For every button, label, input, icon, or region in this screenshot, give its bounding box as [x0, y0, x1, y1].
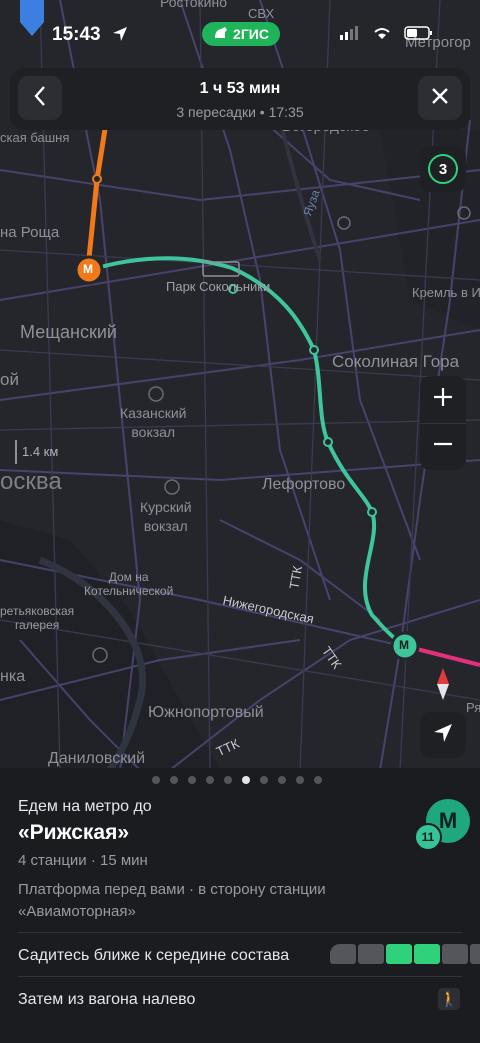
station-poi-icon	[148, 386, 164, 402]
instruction-sheet[interactable]: Едем на метро до «Рижская» 4 станции · 1…	[0, 768, 480, 1043]
status-time: 15:43	[52, 24, 101, 45]
scale-label: 1.4 км	[22, 444, 59, 459]
page-dot[interactable]	[170, 776, 178, 784]
map-label: Дом на Котельнической	[84, 570, 174, 598]
train-car	[442, 944, 468, 964]
platform-hint: Платформа перед вами · в сторону станции…	[18, 881, 326, 920]
train-car	[470, 944, 480, 964]
map-label: нка	[0, 668, 26, 685]
page-dot[interactable]	[206, 776, 214, 784]
map-label: Кремль в И	[412, 285, 480, 300]
map-label: Даниловский	[48, 750, 146, 767]
page-dot[interactable]	[278, 776, 286, 784]
route-stop-dot	[309, 345, 319, 355]
wifi-icon	[372, 26, 392, 45]
park-poi-icon	[337, 216, 351, 230]
route-duration: 1 ч 53 мин	[199, 80, 281, 97]
navigation-arrow-icon	[432, 722, 454, 749]
my-location-button[interactable]	[420, 712, 466, 758]
page-dot[interactable]	[224, 776, 232, 784]
map-label: Казанский вокзал	[120, 405, 187, 440]
zoom-out-button[interactable]	[420, 424, 466, 471]
start-metro-letter: М	[83, 262, 93, 276]
page-dot[interactable]	[314, 776, 322, 784]
page-dot[interactable]	[188, 776, 196, 784]
map-label: Парк Сокольники	[166, 279, 271, 294]
minus-icon	[432, 433, 454, 460]
route-stop-dot	[367, 507, 377, 517]
compass-north-icon	[437, 668, 449, 684]
map-label: СВХ	[248, 6, 275, 21]
stops-and-time: 4 станции · 15 мин	[18, 852, 148, 869]
page-dot[interactable]	[260, 776, 268, 784]
divider	[18, 932, 462, 933]
destination-station: «Рижская»	[18, 821, 130, 844]
car-advice: Садитесь ближе к середине состава	[18, 947, 290, 964]
map-label: ская башня	[0, 130, 70, 145]
train-car-recommended	[386, 944, 412, 964]
transfers-count-button[interactable]: 3	[420, 146, 466, 192]
map-label: Соколиная Гора	[332, 352, 460, 371]
cellular-signal-icon	[340, 26, 360, 45]
brand-name: 2ГИС	[233, 26, 269, 42]
map-label: Ростокино	[160, 0, 228, 10]
page-dot[interactable]	[296, 776, 304, 784]
close-button[interactable]	[418, 76, 462, 120]
brand-badge: 2ГИС	[202, 22, 280, 46]
route-summary-card: 1 ч 53 мин 3 пересадки • 17:35	[10, 68, 470, 130]
map-label: Южнопортовый	[148, 704, 264, 721]
map-label: Курский вокзал	[140, 499, 192, 534]
train-car	[330, 944, 356, 964]
map-label: на Роща	[0, 224, 60, 241]
page-indicator[interactable]	[152, 776, 322, 784]
train-cars-icon	[330, 944, 480, 964]
transfers-count-badge: 3	[428, 154, 458, 184]
route-details: 3 пересадки • 17:35	[176, 104, 304, 120]
train-car	[358, 944, 384, 964]
station-poi-icon	[164, 479, 180, 495]
location-arrow-icon	[112, 26, 128, 47]
route-stop-dot	[323, 437, 333, 447]
page-dot-active[interactable]	[242, 776, 250, 784]
step-heading: Едем на метро до	[18, 798, 152, 815]
status-icons	[340, 26, 434, 45]
divider	[18, 976, 462, 977]
orange-station-dot	[92, 174, 102, 184]
metro-line-badge: 11	[414, 823, 442, 851]
close-icon	[431, 87, 449, 110]
battery-icon	[404, 26, 434, 45]
map-label: Мещанский	[20, 322, 117, 342]
dog-logo-icon	[213, 26, 229, 43]
walking-person-icon: 🚶	[438, 988, 460, 1010]
zoom-controls	[420, 376, 466, 470]
plus-icon	[432, 386, 454, 413]
map-label: ой	[0, 370, 19, 389]
status-bar: 15:43 2ГИС	[0, 20, 480, 52]
map-label: осква	[0, 468, 62, 495]
map-label: Лефортово	[262, 476, 346, 493]
zoom-in-button[interactable]	[420, 376, 466, 424]
map-label: Ряз	[466, 700, 480, 715]
map-label: ретьяковская галерея	[0, 604, 75, 632]
end-metro-letter: М	[399, 638, 409, 652]
train-car-recommended	[414, 944, 440, 964]
page-dot[interactable]	[152, 776, 160, 784]
exit-direction: Затем из вагона налево	[18, 991, 196, 1008]
